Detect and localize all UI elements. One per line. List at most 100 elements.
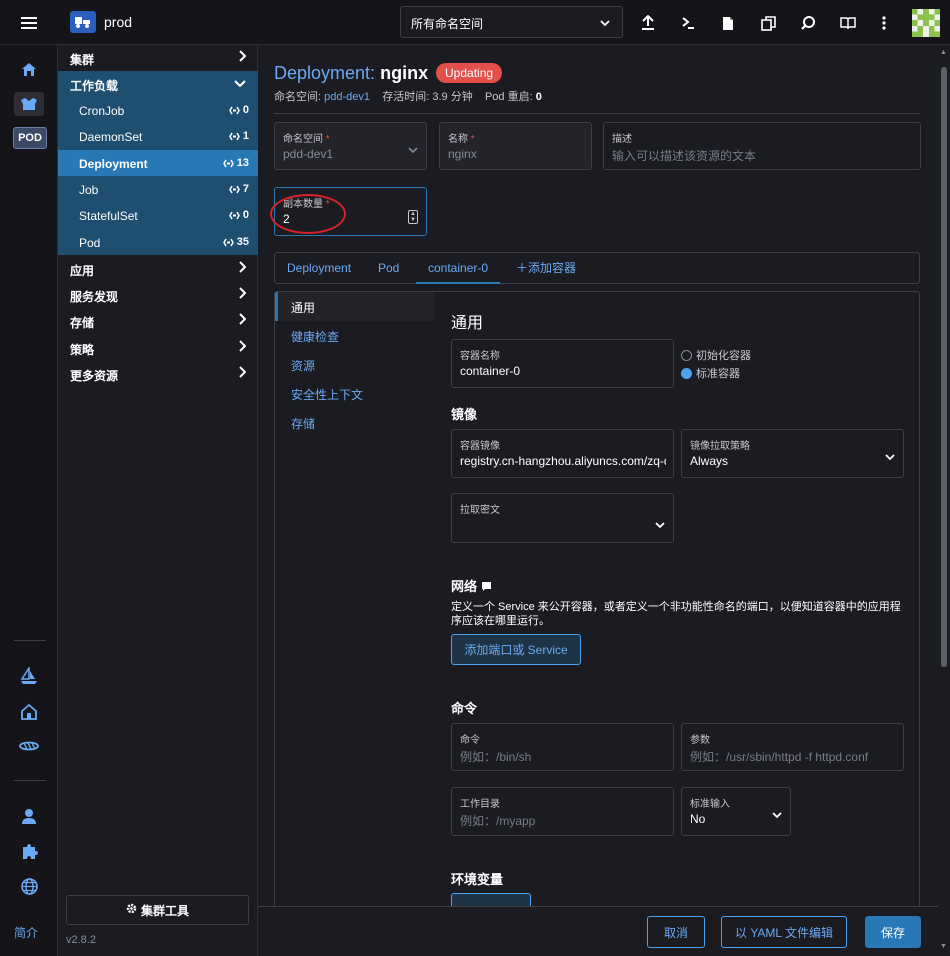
vtab-health-check[interactable]: 健康检查	[275, 321, 435, 350]
field-label: 容器名称	[460, 351, 500, 362]
args-field[interactable]: 参数 例如：/usr/sbin/httpd -f httpd.conf	[681, 723, 904, 771]
status-badge: Updating	[436, 63, 503, 83]
nav-group-more-resources[interactable]: 更多资源	[58, 361, 258, 387]
nav-group-apps[interactable]: 应用	[58, 256, 258, 282]
tab-container-0[interactable]: container-0	[416, 253, 501, 284]
description-field[interactable]: 描述 输入可以描述该资源的文本	[603, 122, 921, 170]
nav-group-label: 工作负载	[70, 79, 119, 93]
field-label: 名称 *	[448, 134, 475, 145]
nav-item-label: StatefulSet	[79, 209, 138, 223]
nav-item-daemonset[interactable]: DaemonSet 1	[58, 123, 258, 149]
nav-item-cronjob[interactable]: CronJob 0	[58, 97, 258, 123]
edit-yaml-button[interactable]: 以 YAML 文件编辑	[721, 916, 847, 948]
version-label: v2.8.2	[66, 934, 96, 946]
pull-secret-select[interactable]: 拉取密文	[451, 493, 674, 543]
chevron-down-icon	[600, 16, 610, 30]
gear-icon	[126, 903, 137, 917]
nav-group-storage[interactable]: 存储	[58, 308, 258, 334]
cluster-tools-button[interactable]: 集群工具	[66, 895, 249, 925]
field-value: pdd-dev1	[283, 147, 334, 161]
section-title-image: 镜像	[451, 407, 478, 422]
radio-label: 标准容器	[696, 368, 740, 380]
field-label: 命名空间 *	[283, 134, 330, 145]
save-button[interactable]: 保存	[865, 916, 921, 948]
resource-tabs: Deployment Pod container-0 ＋添加容器	[274, 252, 920, 284]
namespace-link[interactable]: pdd-dev1	[324, 91, 370, 103]
radio-standard-container[interactable]: 标准容器	[681, 365, 740, 381]
nav-group-workload[interactable]: 工作负载	[58, 71, 258, 97]
side-nav: 集群 工作负载 CronJob 0 DaemonSet 1 Deployment 13…	[58, 45, 258, 956]
globe-icon[interactable]	[14, 874, 44, 898]
field-label: 容器镜像	[460, 441, 500, 452]
about-link[interactable]: 简介	[14, 924, 38, 941]
vtab-resources[interactable]: 资源	[275, 350, 435, 379]
cancel-button[interactable]: 取消	[647, 916, 705, 948]
pod-cluster-badge[interactable]: POD	[13, 127, 47, 149]
nav-group-service-discovery[interactable]: 服务发现	[58, 282, 258, 308]
vtab-general[interactable]: 通用	[275, 292, 435, 321]
container-name-field[interactable]: 容器名称 container-0	[451, 339, 674, 388]
helm-icon[interactable]	[14, 734, 44, 758]
scrollbar-thumb[interactable]	[941, 67, 947, 667]
scroll-down-icon[interactable]: ▼	[940, 943, 947, 950]
field-placeholder: 例如：/myapp	[460, 814, 536, 828]
nav-item-deployment[interactable]: Deployment 13	[58, 150, 258, 176]
restart-count: 0	[535, 91, 542, 103]
cluster-name[interactable]: prod	[104, 14, 132, 30]
workdir-field[interactable]: 工作目录 例如：/myapp	[451, 787, 674, 836]
user-avatar-icon[interactable]	[912, 9, 940, 37]
scroll-up-icon[interactable]: ▲	[940, 49, 947, 56]
resource-count: 7	[229, 183, 249, 195]
container-image-field[interactable]: 容器镜像 registry.cn-hangzhou.aliyuncs.com/z…	[451, 429, 674, 478]
meta-label: Pod 重启:	[484, 91, 533, 103]
scrollbar[interactable]: ▲ ▼	[938, 45, 950, 956]
home-icon[interactable]	[14, 57, 44, 81]
nav-item-statefulset[interactable]: StatefulSet 0	[58, 202, 258, 228]
radio-init-container[interactable]: 初始化容器	[681, 347, 751, 363]
name-field: 名称 * nginx	[439, 122, 592, 170]
sailboat-icon[interactable]	[14, 664, 44, 688]
file-icon[interactable]	[717, 12, 739, 34]
number-stepper-icon[interactable]: ▲ ▼	[408, 210, 418, 224]
chevron-right-icon	[238, 50, 247, 65]
user-icon[interactable]	[14, 804, 44, 828]
vtab-storage[interactable]: 存储	[275, 408, 435, 437]
extension-puzzle-icon[interactable]	[14, 839, 44, 863]
resource-count: 13	[222, 157, 249, 169]
namespace-select[interactable]: 所有命名空间	[400, 6, 623, 38]
section-title-env: 环境变量	[451, 872, 504, 887]
search-icon[interactable]	[797, 12, 819, 34]
upload-icon[interactable]	[637, 12, 659, 34]
nav-group-policy[interactable]: 策略	[58, 335, 258, 361]
tab-pod[interactable]: Pod	[366, 253, 411, 284]
field-label: 镜像拉取策略	[690, 441, 750, 452]
add-port-button[interactable]: 添加端口或 Service	[451, 634, 581, 665]
add-container-tab[interactable]: ＋添加容器	[504, 253, 588, 284]
nav-item-label: DaemonSet	[79, 130, 143, 144]
terminal-icon[interactable]	[677, 12, 699, 34]
more-vert-icon[interactable]	[873, 12, 895, 34]
cluster-icon[interactable]	[14, 92, 44, 116]
radio-off-icon	[681, 349, 692, 361]
add-env-var-button[interactable]	[451, 893, 531, 906]
field-label: 拉取密文	[460, 505, 500, 516]
menu-icon[interactable]	[0, 0, 58, 45]
book-icon[interactable]	[837, 12, 859, 34]
nav-group-label: 集群	[70, 53, 95, 67]
field-value: No	[690, 812, 706, 826]
nav-item-pod[interactable]: Pod 35	[58, 229, 258, 255]
copy-icon[interactable]	[757, 12, 779, 34]
info-book-icon[interactable]	[481, 579, 492, 594]
chevron-right-icon	[238, 340, 247, 355]
container-section-tabs: 通用 健康检查 资源 安全性上下文 存储	[275, 292, 435, 906]
vtab-security-context[interactable]: 安全性上下文	[275, 379, 435, 408]
stdin-select[interactable]: 标准输入 No	[681, 787, 791, 836]
command-field[interactable]: 命令 例如：/bin/sh	[451, 723, 674, 771]
chevron-down-icon	[655, 516, 665, 534]
nav-item-job[interactable]: Job 7	[58, 176, 258, 202]
image-pull-policy-select[interactable]: 镜像拉取策略 Always	[681, 429, 904, 478]
house-cloud-icon[interactable]	[14, 699, 44, 723]
radio-label: 初始化容器	[696, 350, 751, 362]
nav-group-cluster[interactable]: 集群	[58, 45, 258, 71]
tab-deployment[interactable]: Deployment	[275, 253, 363, 284]
